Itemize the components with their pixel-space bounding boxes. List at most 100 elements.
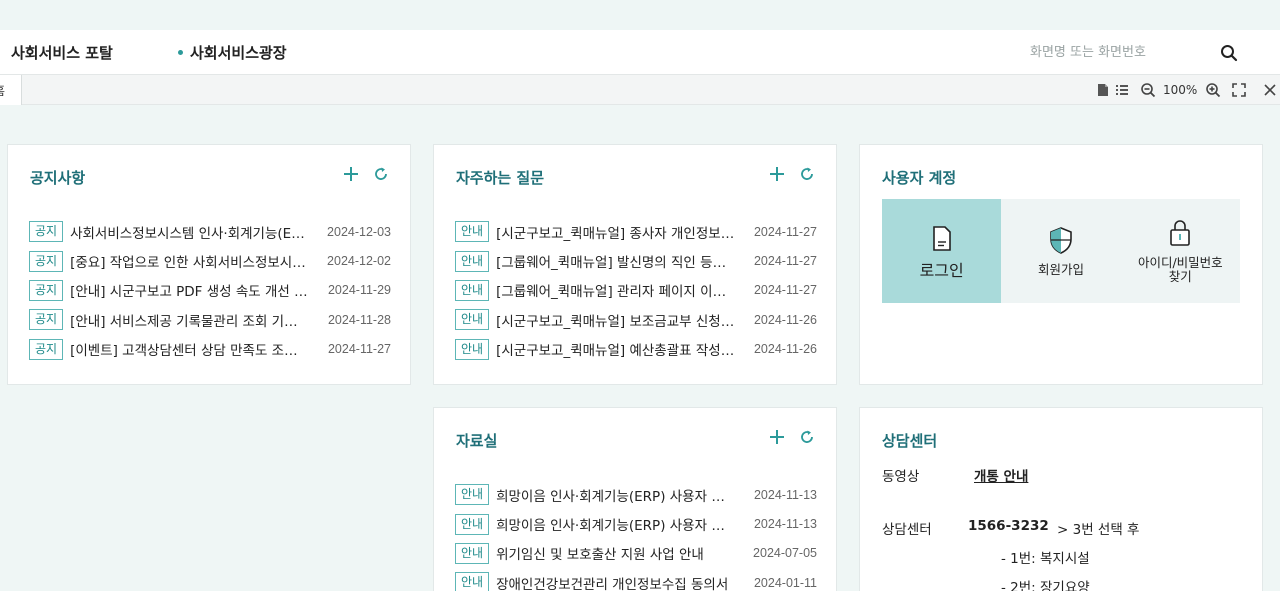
zoom-level: 100% (1163, 83, 1198, 97)
item-title: [그룹웨어_퀵매뉴얼] 발신명의 직인 등록 방법 (496, 255, 736, 272)
faq-card: 자주하는 질문 안내 [시군구보고_퀵매뉴얼] 종사자 개인정보 입력 방법 202… (433, 144, 837, 385)
breadcrumb[interactable]: 사회서비스광장 (178, 42, 287, 63)
list-item[interactable]: 공지 [안내] 시군구보고 PDF 생성 속도 개선 안내 2024-11-29 (29, 276, 391, 305)
account-title: 사용자 계정 (882, 169, 957, 187)
zoom-out-icon[interactable] (1140, 82, 1156, 98)
page-icon[interactable] (1095, 82, 1111, 98)
list-item[interactable]: 안내 [시군구보고_퀵매뉴얼] 예산총괄표 작성 방법 2024-11-26 (455, 335, 817, 364)
notices-title: 공지사항 (30, 169, 86, 187)
category-tag: 안내 (455, 250, 490, 272)
item-date: 2024-11-27 (753, 254, 817, 269)
header: 사회서비스 포탈 사회서비스광장 (0, 30, 1280, 74)
login-label: 로그인 (919, 261, 964, 280)
list-item[interactable]: 안내 희망이음 인사·회계기능(ERP) 사용자 교육자료 2024-11-13 (455, 509, 817, 538)
list-item[interactable]: 안내 [시군구보고_퀵매뉴얼] 종사자 개인정보 입력 방법 2024-11-27 (455, 217, 817, 246)
find-account-button[interactable]: 아이디/비밀번호 찾기 (1120, 199, 1240, 303)
search-icon[interactable] (1218, 42, 1240, 64)
close-icon[interactable] (1262, 82, 1278, 98)
item-title: 위기임신 및 보호출산 지원 사업 안내 (496, 547, 704, 564)
document-icon (932, 226, 951, 251)
list-item[interactable]: 안내 [시군구보고_퀵매뉴얼] 보조금교부 신청 방법 2024-11-26 (455, 305, 817, 334)
list-item[interactable]: 공지 [이벤트] 고객상담센터 상담 만족도 조사 이벤트 2024-11-27 (29, 335, 391, 364)
add-icon[interactable] (342, 165, 360, 183)
list-item[interactable]: 안내 [그룹웨어_퀵매뉴얼] 발신명의 직인 등록 방법 2024-11-27 (455, 246, 817, 275)
refresh-icon[interactable] (798, 165, 816, 183)
search-input[interactable] (1030, 38, 1210, 66)
category-tag: 안내 (455, 309, 490, 331)
tab-home[interactable]: 홈 (0, 75, 22, 105)
category-tag: 안내 (455, 279, 490, 301)
list-item[interactable]: 안내 [그룹웨어_퀵매뉴얼] 관리자 페이지 이용 방법 2024-11-27 (455, 276, 817, 305)
item-title: [시군구보고_퀵매뉴얼] 종사자 개인정보 입력 방법 (496, 225, 736, 242)
breadcrumb-label: 사회서비스광장 (190, 44, 287, 62)
account-actions: 로그인 회원가입 아이디/비밀번호 찾기 (882, 199, 1240, 303)
item-title: 희망이음 인사·회계기능(ERP) 사용자 교육자료 (496, 518, 736, 535)
item-date: 2024-11-29 (327, 283, 391, 298)
zoom-in-icon[interactable] (1205, 82, 1221, 98)
list-item[interactable]: 안내 장애인건강보건관리 개인정보수집 동의서 2024-01-11 (455, 568, 817, 591)
category-tag: 공지 (29, 250, 64, 272)
add-icon[interactable] (768, 165, 786, 183)
category-tag: 안내 (455, 513, 490, 535)
video-label: 동영상 (882, 469, 920, 485)
category-tag: 공지 (29, 309, 64, 331)
list-icon[interactable] (1114, 82, 1130, 98)
item-date: 2024-12-02 (327, 254, 391, 269)
item-date: 2024-11-13 (753, 517, 817, 532)
center-label: 상담센터 (882, 522, 932, 538)
add-icon[interactable] (768, 428, 786, 446)
tab-toolbar: 홈 100% (0, 74, 1280, 105)
item-title: 희망이음 인사·회계기능(ERP) 사용자 매뉴얼 (496, 488, 736, 505)
resources-list: 안내 희망이음 인사·회계기능(ERP) 사용자 매뉴얼 2024-11-13 안내… (455, 480, 817, 591)
item-title: [시군구보고_퀵매뉴얼] 예산총괄표 작성 방법 (496, 343, 736, 360)
category-tag: 안내 (455, 542, 490, 564)
category-tag: 공지 (29, 221, 64, 243)
notices-card: 공지사항 공지 사회서비스정보시스템 인사·회계기능(ERP) 이용 안내 2024… (7, 144, 411, 385)
category-tag: 안내 (455, 484, 490, 506)
item-date: 2024-11-26 (753, 312, 817, 327)
list-item[interactable]: 공지 [안내] 서비스제공 기록물관리 조회 기능 안내 2024-11-28 (29, 305, 391, 334)
app-title[interactable]: 사회서비스 포탈 (11, 42, 113, 63)
category-tag: 안내 (455, 221, 490, 243)
notices-list: 공지 사회서비스정보시스템 인사·회계기능(ERP) 이용 안내 2024-12-0… (29, 217, 391, 364)
phone-instruction: > 3번 선택 후 (1057, 522, 1140, 538)
category-tag: 안내 (455, 338, 490, 360)
fullscreen-icon[interactable] (1231, 82, 1247, 98)
item-title: [안내] 시군구보고 PDF 생성 속도 개선 안내 (70, 284, 310, 301)
list-item[interactable]: 안내 위기임신 및 보호출산 지원 사업 안내 2024-07-05 (455, 539, 817, 568)
item-title: [중요] 작업으로 인한 사회서비스정보시스템 이용 일시 중지 안내 (70, 255, 310, 272)
phone-number: 1566-3232 (968, 518, 1049, 534)
item-title: [이벤트] 고객상담센터 상담 만족도 조사 이벤트 (70, 343, 310, 360)
faq-title: 자주하는 질문 (456, 169, 545, 187)
find-account-label: 아이디/비밀번호 찾기 (1137, 255, 1223, 284)
list-item[interactable]: 공지 사회서비스정보시스템 인사·회계기능(ERP) 이용 안내 2024-12-0… (29, 217, 391, 246)
shield-icon (1050, 227, 1072, 254)
login-button[interactable]: 로그인 (882, 199, 1002, 303)
support-card: 상담센터 동영상 개통 안내 상담센터 1566-3232 > 3번 선택 후 … (859, 407, 1263, 591)
support-title: 상담센터 (882, 432, 938, 450)
list-item[interactable]: 안내 희망이음 인사·회계기능(ERP) 사용자 매뉴얼 2024-11-13 (455, 480, 817, 509)
tab-home-label: 홈 (0, 82, 5, 99)
item-date: 2024-11-13 (753, 487, 817, 502)
item-date: 2024-01-11 (753, 575, 817, 590)
option-longterm-care: - 2번: 장기요양 (1001, 580, 1090, 591)
signup-button[interactable]: 회원가입 (1001, 199, 1121, 303)
option-welfare: - 1번: 복지시설 (1001, 551, 1090, 567)
faq-list: 안내[시군구보고_퀵매뉴얼] 종사자 개인정보 입력 방법2024-11-27 … (455, 217, 817, 364)
refresh-icon[interactable] (372, 165, 390, 183)
signup-label: 회원가입 (1037, 262, 1084, 277)
category-tag: 공지 (29, 279, 64, 301)
refresh-icon[interactable] (798, 428, 816, 446)
list-item[interactable]: 공지 [중요] 작업으로 인한 사회서비스정보시스템 이용 일시 중지 안내 202… (29, 246, 391, 275)
lock-icon (1170, 220, 1191, 246)
breadcrumb-dot (178, 49, 183, 55)
item-title: [그룹웨어_퀵매뉴얼] 관리자 페이지 이용 방법 (496, 284, 736, 301)
item-date: 2024-12-03 (327, 224, 391, 239)
category-tag: 안내 (455, 572, 490, 591)
item-title: 사회서비스정보시스템 인사·회계기능(ERP) 이용 안내 (70, 225, 310, 242)
item-title: [안내] 서비스제공 기록물관리 조회 기능 안내 (70, 313, 310, 330)
account-card: 사용자 계정 로그인 회원가입 아이디/비밀번호 찾기 (859, 144, 1263, 385)
item-title: 장애인건강보건관리 개인정보수집 동의서 (496, 576, 729, 591)
video-guide-link[interactable]: 개통 안내 (974, 465, 1028, 485)
category-tag: 공지 (29, 338, 64, 360)
